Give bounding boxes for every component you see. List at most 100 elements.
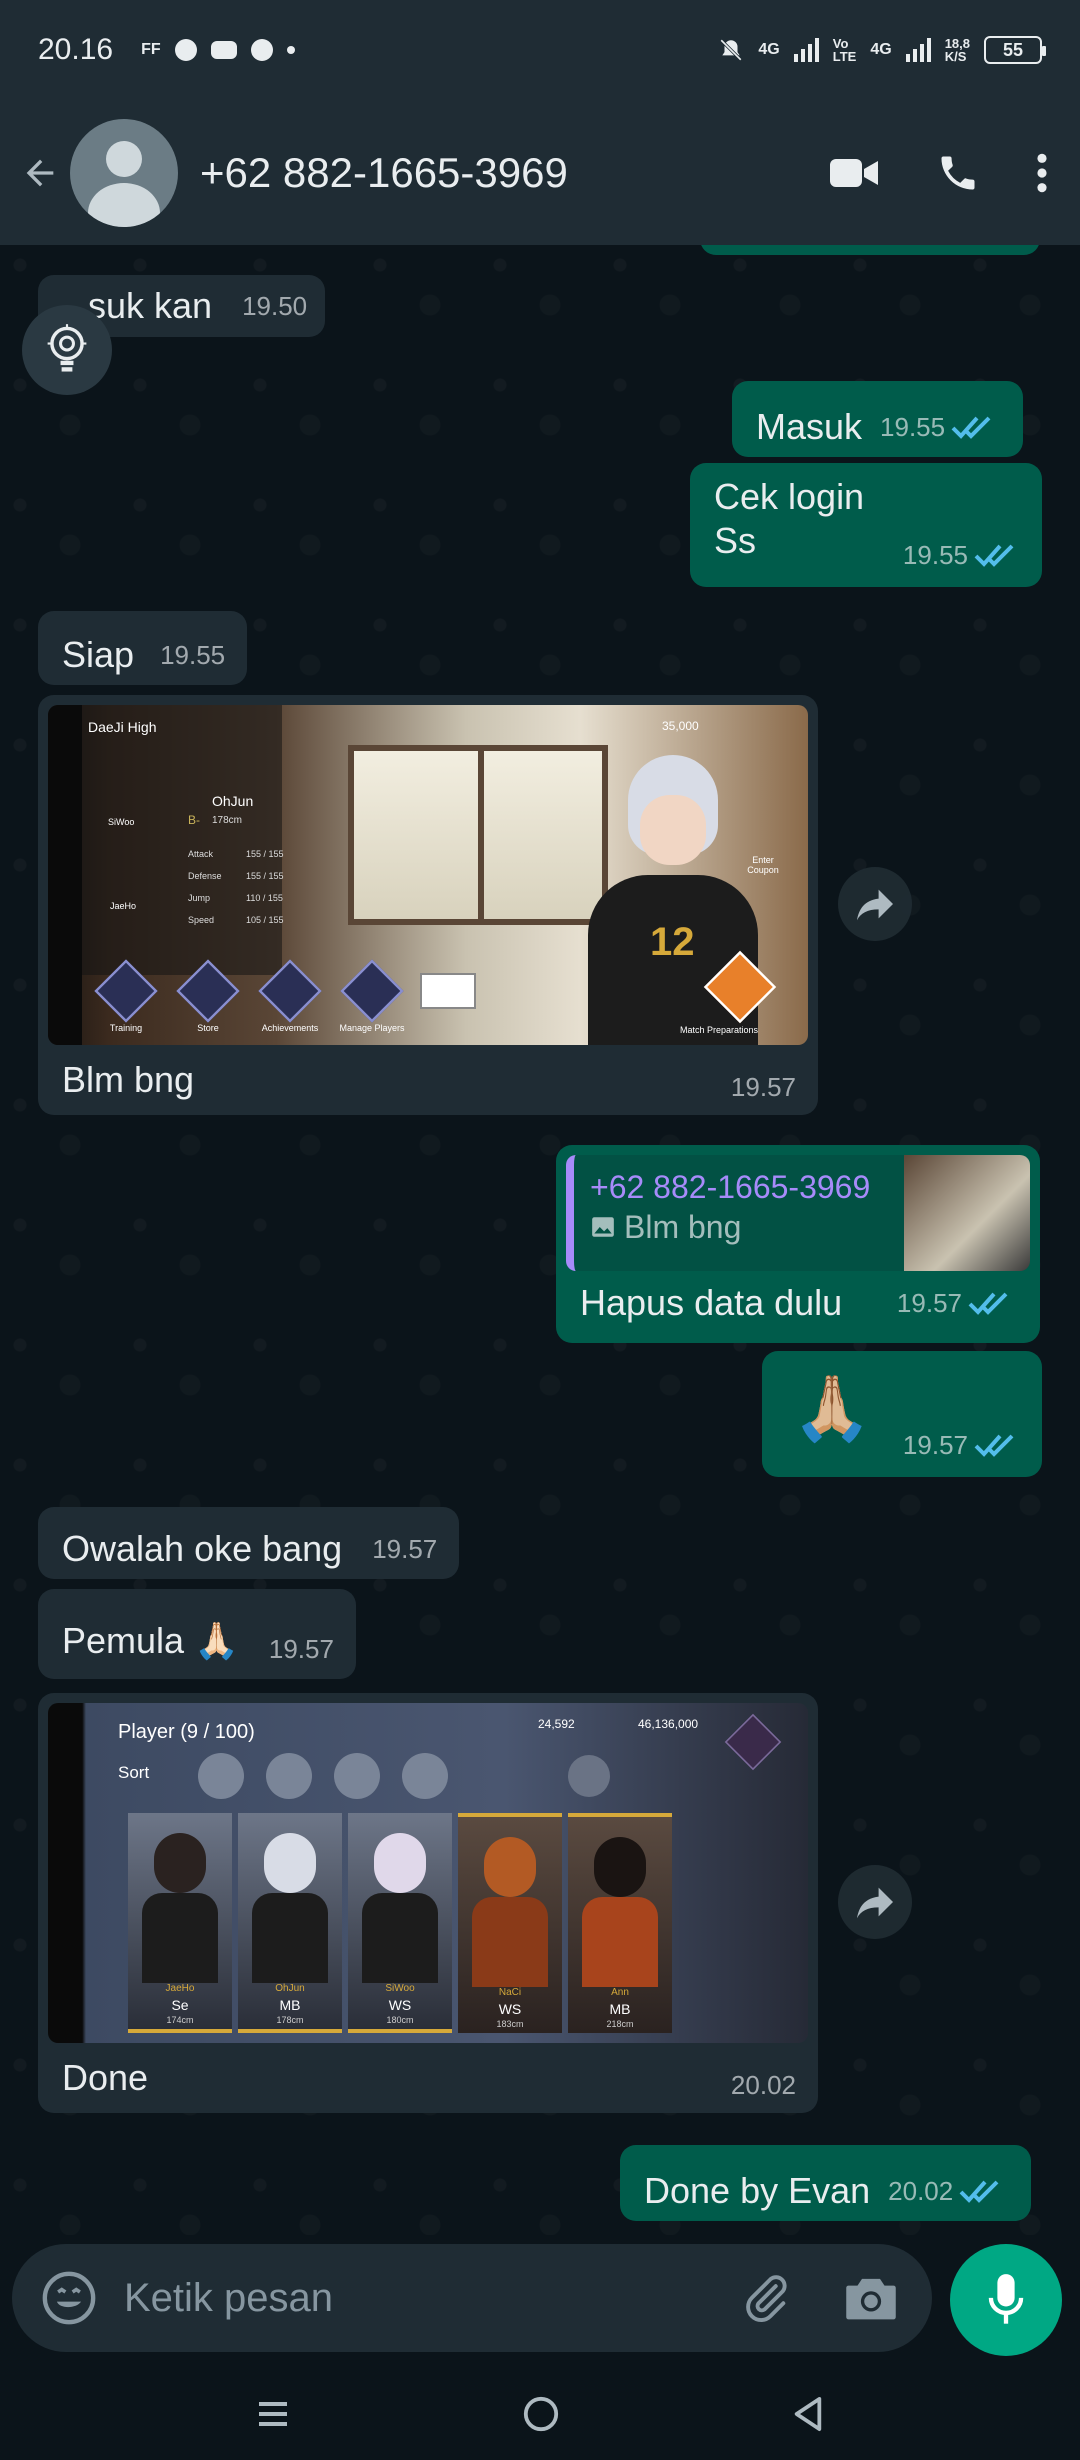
contact-name[interactable]: +62 882-1665-3969 bbox=[200, 149, 568, 197]
camera-icon[interactable] bbox=[844, 2274, 898, 2322]
message-time: 20.02 bbox=[888, 2176, 954, 2206]
player-card-pos: WS bbox=[498, 2001, 522, 2017]
sort-star-icon bbox=[402, 1753, 448, 1799]
message-bubble-out[interactable]: Masuk 19.55 bbox=[732, 381, 1024, 457]
back-nav-icon[interactable] bbox=[791, 2395, 825, 2433]
back-game-icon bbox=[724, 1713, 782, 1771]
quoted-message[interactable]: +62 882-1665-3969 Blm bng bbox=[566, 1155, 1030, 1271]
reply-message-bubble[interactable]: +62 882-1665-3969 Blm bng Hapus data dul… bbox=[556, 1145, 1040, 1343]
message-bubble-in[interactable]: Siap 19.55 bbox=[38, 611, 248, 685]
player-card: OhJun MB 178cm bbox=[238, 1813, 342, 2033]
message-text: Siap bbox=[62, 634, 135, 675]
stat-label: Defense bbox=[188, 871, 222, 881]
message-time: 19.57 bbox=[896, 1288, 962, 1318]
player-card: JaeHo Se 174cm bbox=[128, 1813, 232, 2033]
player-card-height: 174cm bbox=[166, 2015, 194, 2025]
coupon-label: Enter Coupon bbox=[747, 855, 779, 875]
message-bubble-in[interactable]: Owalah oke bang 19.57 bbox=[38, 1507, 460, 1579]
chat-header: +62 882-1665-3969 bbox=[0, 100, 1080, 245]
attach-icon[interactable] bbox=[740, 2272, 792, 2324]
gold-amount: 46,136,000 bbox=[638, 1717, 699, 1731]
team-name: DaeJi High bbox=[88, 719, 157, 735]
player-card-name: NaCi bbox=[498, 1987, 522, 1998]
message-bubble-out[interactable]: 🙏🏼 19.57 bbox=[762, 1351, 1042, 1477]
image-message-in[interactable]: Player (9 / 100) Sort 24,592 46,136,000 … bbox=[38, 1693, 818, 2113]
notification-dot-icon bbox=[286, 46, 295, 54]
video-call-icon[interactable] bbox=[828, 153, 880, 193]
message-input-bar[interactable]: Ketik pesan bbox=[12, 2244, 932, 2352]
avatar[interactable] bbox=[70, 118, 178, 227]
photo-icon bbox=[592, 1217, 614, 1237]
game-screenshot-image[interactable]: Player (9 / 100) Sort 24,592 46,136,000 … bbox=[48, 1703, 808, 2043]
mail-icon bbox=[420, 973, 476, 1009]
player-card-height: 183cm bbox=[496, 2019, 524, 2029]
read-ticks-icon bbox=[974, 544, 1014, 567]
player-card: NaCi WS 183cm bbox=[458, 1813, 562, 2033]
stat-label: Attack bbox=[188, 849, 214, 859]
message-time: 19.57 bbox=[372, 1534, 438, 1564]
message-meta: 19.55 bbox=[903, 533, 1022, 577]
message-text: Hapus data dulu bbox=[580, 1282, 843, 1323]
match-preparations-label: Match Preparations bbox=[680, 1025, 759, 1035]
message-meta: 19.55 bbox=[880, 405, 999, 449]
emoji-icon[interactable] bbox=[40, 2269, 98, 2327]
message-text: Owalah oke bang bbox=[62, 1528, 343, 1569]
back-button[interactable] bbox=[20, 153, 60, 193]
tips-icon bbox=[47, 324, 87, 372]
read-ticks-icon bbox=[968, 1292, 1008, 1315]
home-nav-icon[interactable] bbox=[522, 2395, 560, 2433]
menu-achievements: Achievements bbox=[261, 1023, 319, 1033]
message-meta: 19.57 bbox=[903, 1423, 1022, 1467]
menu-nav-icon[interactable] bbox=[255, 2398, 291, 2430]
player-card-pos: Se bbox=[171, 1997, 189, 2013]
image-message-in[interactable]: DaeJi High 35,000 OhJun B- 178cm SiWoo J… bbox=[38, 695, 818, 1115]
read-ticks-icon bbox=[959, 2180, 999, 2203]
message-bubble-out[interactable]: Done by Evan 20.02 bbox=[620, 2145, 1032, 2221]
message-text: Pemula 🙏🏻 bbox=[62, 1620, 239, 1661]
stat-value: 105 / 155 bbox=[246, 915, 284, 925]
forward-icon bbox=[857, 1887, 893, 1919]
sort-refresh-icon bbox=[198, 1753, 244, 1799]
message-time: 19.57 bbox=[902, 1430, 968, 1460]
game-screenshot-image[interactable]: DaeJi High 35,000 OhJun B- 178cm SiWoo J… bbox=[48, 705, 808, 1045]
stat-row-attack: Attack 155 / 155 bbox=[188, 843, 284, 865]
message-text: Masuk bbox=[756, 406, 863, 447]
player-list-title: Player (9 / 100) bbox=[118, 1721, 255, 1743]
stat-row-defense: Defense 155 / 155 bbox=[188, 865, 284, 887]
forward-button[interactable] bbox=[838, 867, 912, 941]
back-arrow-icon bbox=[26, 159, 54, 186]
network-4g-label-2: 4G bbox=[870, 41, 892, 58]
mute-bell-icon bbox=[720, 39, 743, 61]
menu-store: Store bbox=[197, 1023, 219, 1033]
media-caption: Done bbox=[62, 2057, 149, 2098]
youtube-icon bbox=[210, 41, 237, 59]
media-caption: Blm bng bbox=[62, 1059, 195, 1100]
message-bubble-out[interactable]: Cek login Ss 19.55 bbox=[690, 463, 1042, 587]
menu-training: Training bbox=[109, 1023, 143, 1033]
mic-icon bbox=[988, 2274, 1024, 2324]
player-name: OhJun bbox=[212, 793, 254, 809]
chat-area[interactable]: suk kan 19.50 Masuk 19.55 Cek login Ss 1… bbox=[0, 245, 1080, 2235]
message-meta: 20.02 bbox=[888, 2169, 1007, 2213]
status-time: 20.16 bbox=[38, 33, 114, 66]
speed-label: 18,8 K/S bbox=[944, 36, 970, 64]
training-icon bbox=[94, 959, 158, 1023]
network-4g-label: 4G bbox=[758, 41, 780, 58]
left-player-1: SiWoo bbox=[108, 817, 135, 827]
app-icon bbox=[250, 39, 273, 61]
stat-label: Jump bbox=[188, 893, 211, 903]
message-time: 19.57 bbox=[730, 1072, 796, 1102]
read-ticks-icon bbox=[951, 416, 991, 439]
status-bar: 20.16 FF 4G Vo LTE 4G 18,8 K/S 55 bbox=[0, 0, 1080, 100]
forward-button[interactable] bbox=[838, 1865, 912, 1939]
player-card: SiWoo WS 180cm bbox=[348, 1813, 452, 2033]
menu-manage-players: Manage Players bbox=[339, 1023, 405, 1033]
message-input[interactable]: Ketik pesan bbox=[124, 2276, 333, 2321]
more-vert-icon[interactable] bbox=[1036, 151, 1048, 195]
player-height: 178cm bbox=[212, 815, 243, 826]
volte-label: Vo LTE bbox=[832, 36, 857, 64]
tips-button[interactable] bbox=[22, 305, 112, 395]
message-bubble-in[interactable]: Pemula 🙏🏻 19.57 bbox=[38, 1589, 356, 1679]
voice-record-button[interactable] bbox=[950, 2244, 1062, 2356]
phone-icon[interactable] bbox=[936, 151, 980, 195]
